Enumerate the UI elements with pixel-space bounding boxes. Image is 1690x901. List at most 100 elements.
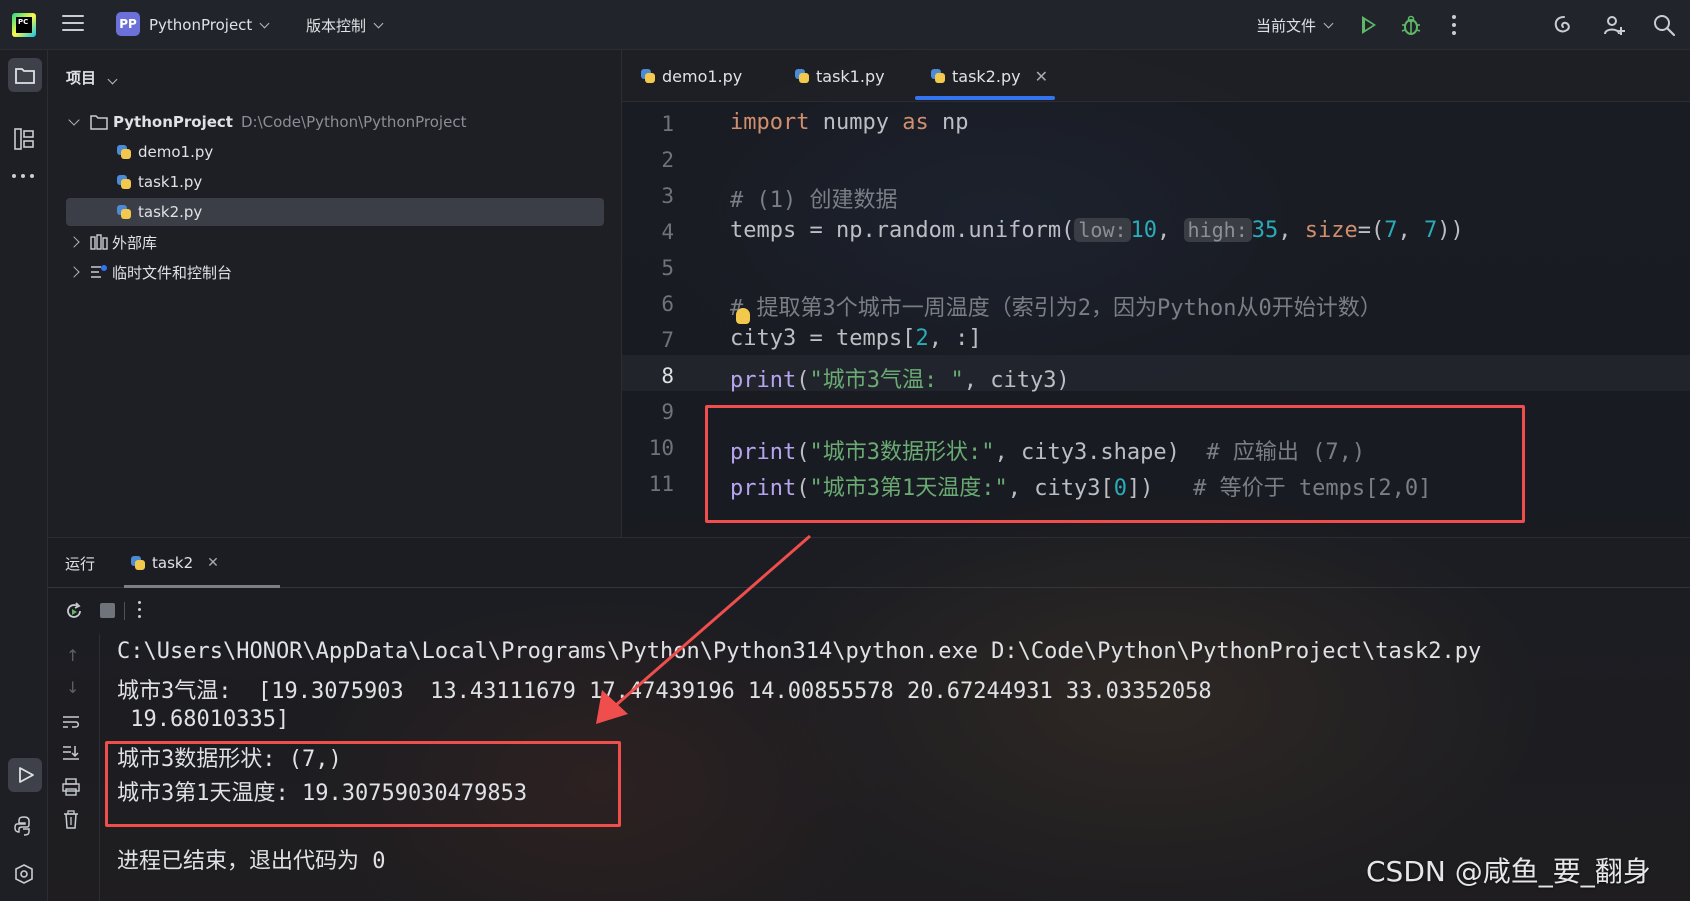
title-bar: PC PP PythonProject 版本控制 当前文件	[0, 0, 1690, 50]
run-tab-task2[interactable]: task2 ✕	[130, 538, 219, 588]
expand-arrow-icon[interactable]	[68, 114, 80, 126]
expand-arrow-icon[interactable]	[68, 236, 80, 248]
ai-assistant-icon[interactable]	[1552, 14, 1576, 36]
search-icon[interactable]	[1652, 13, 1676, 37]
tree-item-external-libs[interactable]: 外部库	[68, 228, 157, 256]
arrow-up-icon[interactable]: ↑	[66, 646, 79, 665]
python-file-icon	[640, 68, 656, 84]
number-token: 7	[1384, 218, 1398, 243]
python-console-icon[interactable]	[13, 815, 35, 837]
code-token: ))	[1437, 218, 1464, 243]
scratches-label: 临时文件和控制台	[112, 263, 233, 282]
code-line-8: print("城市3气温: ", city3)	[730, 362, 1070, 394]
tab-task1[interactable]: task1.py	[794, 50, 885, 102]
line-number: 2	[661, 148, 674, 172]
structure-icon[interactable]	[14, 128, 34, 150]
tree-item-demo1[interactable]: demo1.py	[116, 138, 213, 166]
code-highlight-box	[705, 405, 1525, 523]
tab-demo1[interactable]: demo1.py	[640, 50, 742, 102]
number-token: 2	[915, 326, 929, 351]
root-folder-name: PythonProject	[113, 113, 233, 131]
stop-icon[interactable]	[100, 603, 115, 618]
root-folder-path: D:\Code\Python\PythonProject	[240, 113, 467, 131]
project-tool-button[interactable]	[8, 58, 42, 92]
more-tools-icon[interactable]	[12, 174, 36, 180]
soft-wrap-icon[interactable]	[61, 714, 81, 730]
run-side-toolbar: ↑ ↓	[48, 634, 100, 901]
project-panel-header[interactable]: 项目	[66, 67, 118, 88]
trash-icon[interactable]	[62, 810, 80, 830]
add-user-icon[interactable]	[1602, 13, 1626, 37]
tree-item-scratches[interactable]: 临时文件和控制台	[68, 258, 233, 286]
tree-item-task1[interactable]: task1.py	[116, 168, 202, 196]
run-tab-label: task2	[152, 554, 194, 572]
vcs-label: 版本控制	[306, 16, 367, 35]
project-panel-title: 项目	[66, 69, 97, 87]
console-output-line: 19.68010335]	[117, 707, 290, 732]
lightbulb-icon[interactable]	[736, 308, 750, 324]
python-file-icon	[930, 68, 946, 84]
tab-task2[interactable]: task2.py ✕	[930, 50, 1048, 102]
chevron-down-icon	[107, 74, 118, 85]
code-token: , city3)	[963, 368, 1070, 393]
console-exit-message: 进程已结束，退出代码为 0	[117, 849, 386, 874]
code-line-4: temps = np.random.uniform(low: 10, high: 3…	[730, 218, 1464, 243]
tab-label: task2.py	[952, 66, 1021, 86]
string-token: "城市3气温: "	[809, 368, 964, 393]
print-icon[interactable]	[61, 778, 81, 796]
run-more-actions-icon[interactable]	[138, 601, 142, 621]
project-badge[interactable]: PP	[116, 12, 140, 36]
run-panel-title: 运行	[65, 555, 96, 573]
keyword-arg-token: size	[1304, 218, 1358, 243]
chevron-down-icon	[259, 18, 270, 28]
scratches-icon	[91, 265, 107, 278]
vcs-menu[interactable]: 版本控制	[306, 0, 384, 50]
arrow-down-icon[interactable]: ↓	[66, 678, 79, 697]
line-number: 9	[661, 400, 674, 424]
tool-window-strip	[0, 50, 48, 901]
toolbar-divider	[124, 602, 125, 620]
services-icon[interactable]	[13, 863, 35, 885]
expand-arrow-icon[interactable]	[68, 266, 80, 278]
tab-label: demo1.py	[662, 66, 743, 86]
project-selector[interactable]: PythonProject	[149, 0, 270, 50]
line-number: 1	[661, 112, 674, 136]
tree-item-task2[interactable]: task2.py	[66, 198, 604, 226]
code-token: ,	[1157, 218, 1184, 243]
run-tool-button[interactable]	[8, 758, 42, 792]
file-name: task1.py	[138, 173, 203, 191]
number-token: 35	[1251, 218, 1279, 243]
line-number: 4	[661, 220, 674, 244]
main-menu-icon[interactable]	[62, 15, 84, 33]
folder-icon	[90, 115, 108, 130]
code-token: numpy	[809, 110, 903, 135]
tree-root-project[interactable]: PythonProject D:\Code\Python\PythonProje…	[68, 108, 467, 136]
run-panel-header: 运行 task2 ✕	[48, 538, 1690, 588]
code-line-6: # 提取第3个城市一周温度（索引为2，因为Python从0开始计数）	[730, 296, 1382, 321]
code-token: ,	[1397, 218, 1424, 243]
keyword-token: as	[902, 110, 929, 135]
output-highlight-box	[105, 741, 621, 827]
param-hint-high: high:	[1183, 218, 1252, 242]
folder-icon	[15, 68, 35, 84]
scroll-to-end-icon[interactable]	[61, 744, 81, 762]
play-outline-icon	[19, 767, 34, 783]
pycharm-logo-icon[interactable]: PC	[12, 13, 36, 37]
code-token: ,	[1278, 218, 1305, 243]
run-icon[interactable]	[1362, 16, 1376, 34]
run-config-selector[interactable]: 当前文件	[1256, 0, 1334, 50]
line-number: 11	[648, 472, 674, 496]
library-icon	[90, 234, 108, 250]
python-file-icon	[116, 144, 132, 160]
close-tab-icon[interactable]: ✕	[207, 555, 219, 571]
chevron-down-icon	[373, 18, 384, 28]
close-tab-icon[interactable]: ✕	[1035, 67, 1048, 86]
rerun-icon[interactable]	[64, 601, 84, 621]
more-actions-icon[interactable]	[1452, 15, 1456, 35]
code-token: temps = np.random.uniform(	[730, 218, 1075, 243]
keyword-token: import	[730, 110, 810, 135]
debug-icon[interactable]	[1400, 14, 1422, 36]
line-number: 5	[661, 256, 674, 280]
python-file-icon	[116, 174, 132, 190]
run-panel: 运行 task2 ✕ ↑ ↓ C:\Users\HONOR\AppData\Lo…	[48, 537, 1690, 901]
